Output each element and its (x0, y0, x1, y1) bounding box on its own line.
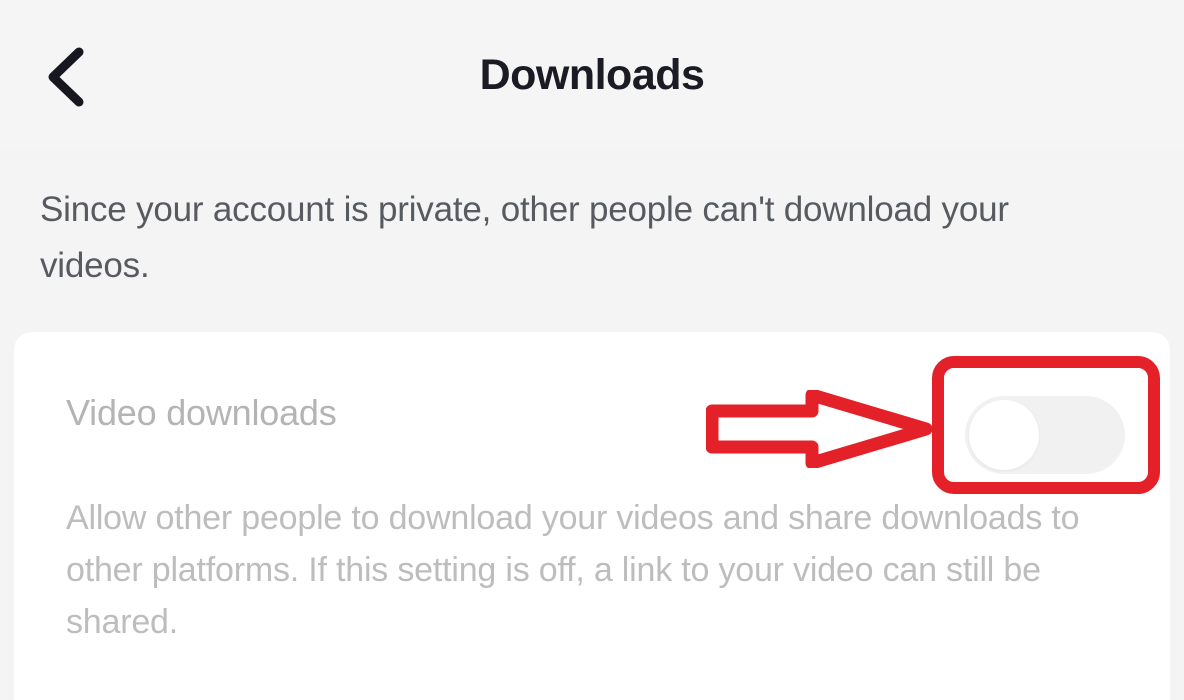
video-downloads-row[interactable]: Video downloads (14, 332, 1170, 492)
settings-card: Video downloads Allow other people to do… (14, 332, 1170, 700)
privacy-notice-text: Since your account is private, other peo… (40, 190, 1009, 285)
video-downloads-toggle[interactable] (965, 396, 1125, 474)
page-title: Downloads (479, 51, 705, 99)
video-downloads-label: Video downloads (66, 392, 337, 433)
downloads-settings-screen: Downloads Since your account is private,… (0, 0, 1184, 700)
header-bar: Downloads (0, 0, 1184, 150)
video-downloads-description: Allow other people to download your vide… (66, 499, 1080, 641)
toggle-knob (969, 400, 1039, 470)
